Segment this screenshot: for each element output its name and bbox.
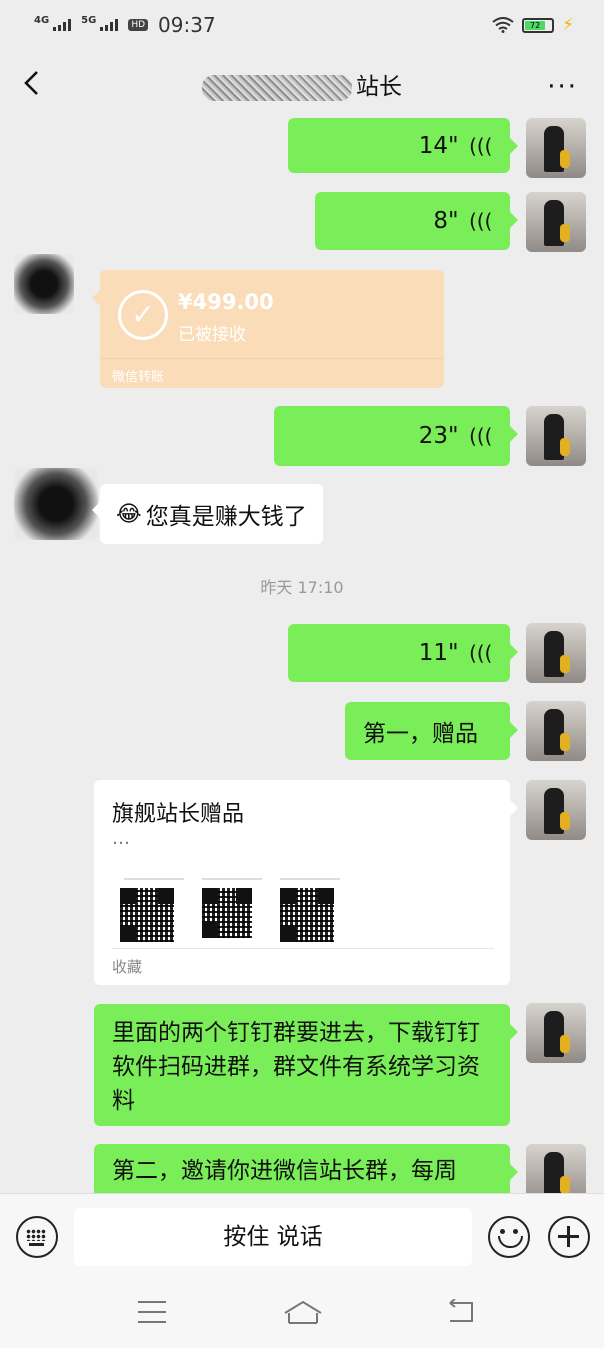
divider bbox=[280, 878, 340, 880]
divider bbox=[112, 948, 494, 949]
status-time: 09:37 bbox=[158, 13, 216, 37]
avatar[interactable] bbox=[526, 780, 586, 840]
voice-duration: 11" bbox=[418, 640, 459, 666]
avatar[interactable] bbox=[526, 118, 586, 178]
avatar[interactable] bbox=[526, 192, 586, 252]
transfer-label: 微信转账 bbox=[112, 370, 165, 385]
plus-icon[interactable] bbox=[548, 1216, 590, 1258]
divider bbox=[202, 878, 262, 880]
redacted-name bbox=[202, 74, 352, 101]
avatar[interactable] bbox=[526, 701, 586, 761]
voice-duration: 8" bbox=[433, 208, 459, 234]
voice-message[interactable]: 8"))) bbox=[315, 192, 518, 250]
text-message[interactable]: 第二，邀请你进微信站长群，每周 bbox=[94, 1144, 518, 1193]
tears-of-joy-emoji: 😂 bbox=[116, 501, 142, 527]
timestamp: 昨天 17:10 bbox=[260, 578, 344, 597]
more-icon[interactable]: ··· bbox=[547, 72, 578, 102]
wifi-icon bbox=[492, 17, 514, 33]
voice-wave-icon: ))) bbox=[468, 133, 492, 158]
message-text: 里面的两个钉钉群要进去，下载钉钉软件扫码进群，群文件有系统学习资料 bbox=[112, 1020, 480, 1114]
favorite-card[interactable]: 旗舰站长赠品 … 收藏 bbox=[94, 780, 518, 985]
card-source: 收藏 bbox=[112, 958, 143, 976]
qr-code-image bbox=[120, 888, 174, 942]
transfer-card[interactable]: ✓ ¥499.00 已被接收 微信转账 bbox=[92, 270, 444, 388]
text-message[interactable]: 😂 您真是赚大钱了 bbox=[92, 484, 323, 544]
card-title: 旗舰站长赠品 bbox=[112, 802, 245, 827]
message-text: 第一，赠品 bbox=[363, 721, 478, 747]
card-ellipsis: … bbox=[112, 828, 130, 849]
chat-title: 站长 bbox=[202, 67, 402, 101]
voice-duration: 14" bbox=[418, 132, 459, 159]
qr-code-image bbox=[202, 888, 252, 938]
back-icon[interactable] bbox=[446, 1299, 476, 1325]
avatar[interactable] bbox=[526, 1144, 586, 1193]
divider bbox=[100, 358, 444, 359]
battery-icon: 72 bbox=[522, 17, 555, 33]
voice-message[interactable]: 14"))) bbox=[288, 118, 518, 173]
voice-wave-icon: ))) bbox=[468, 424, 492, 448]
avatar[interactable] bbox=[14, 468, 98, 540]
status-bar: 4G 5G HD 09:37 72 ⚡ bbox=[0, 0, 604, 50]
text-message[interactable]: 第一，赠品 bbox=[345, 702, 518, 760]
avatar[interactable] bbox=[526, 406, 586, 466]
hd-badge: HD bbox=[128, 19, 149, 31]
network-4g-label: 4G bbox=[34, 14, 50, 26]
emoji-icon[interactable] bbox=[488, 1216, 530, 1258]
system-navigation-bar bbox=[0, 1279, 604, 1348]
message-text: 您真是赚大钱了 bbox=[145, 504, 307, 530]
message-text: 第二，邀请你进微信站长群，每周 bbox=[112, 1158, 457, 1184]
network-5g-label: 5G bbox=[81, 14, 97, 26]
transfer-amount: ¥499.00 bbox=[178, 290, 274, 314]
charging-icon: ⚡ bbox=[562, 15, 574, 35]
text-message[interactable]: 里面的两个钉钉群要进去，下载钉钉软件扫码进群，群文件有系统学习资料 bbox=[94, 1004, 518, 1126]
voice-message[interactable]: 11"))) bbox=[288, 624, 518, 682]
voice-message[interactable]: 23"))) bbox=[274, 406, 518, 466]
qr-code-image bbox=[280, 888, 334, 942]
voice-duration: 23" bbox=[418, 423, 459, 449]
avatar[interactable] bbox=[526, 623, 586, 683]
signal-bars-icon bbox=[53, 19, 72, 31]
check-circle-icon: ✓ bbox=[118, 290, 168, 340]
chevron-left-icon[interactable] bbox=[18, 68, 48, 98]
hold-to-talk-button[interactable]: 按住 说话 bbox=[74, 1208, 472, 1266]
home-icon[interactable] bbox=[283, 1299, 323, 1325]
voice-wave-icon: ))) bbox=[468, 209, 492, 233]
input-bar: 按住 说话 bbox=[0, 1193, 604, 1279]
chat-header: 站长 ··· bbox=[0, 50, 604, 118]
avatar[interactable] bbox=[526, 1003, 586, 1063]
signal-bars-icon bbox=[100, 19, 119, 31]
menu-icon[interactable] bbox=[138, 1301, 166, 1323]
voice-wave-icon: ))) bbox=[468, 641, 492, 665]
divider bbox=[124, 878, 184, 880]
transfer-status: 已被接收 bbox=[178, 325, 246, 345]
keyboard-icon[interactable] bbox=[16, 1216, 58, 1258]
chat-area[interactable]: 14"))) 8"))) ✓ ¥499.00 已被接收 微信转账 23"))) … bbox=[0, 118, 604, 1193]
avatar[interactable] bbox=[14, 254, 74, 314]
